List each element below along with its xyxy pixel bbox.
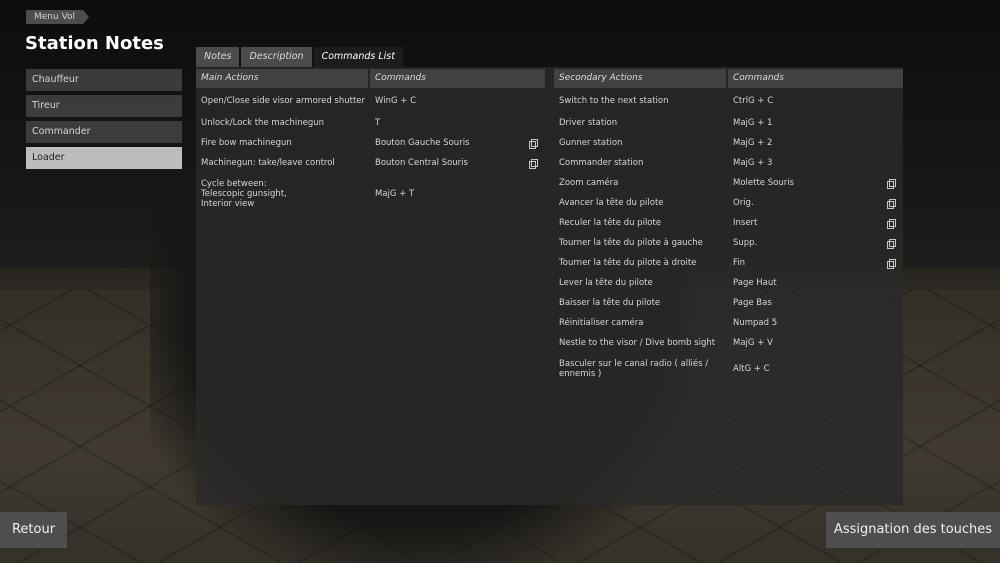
table-row[interactable]: Switch to the next station CtrlG + C xyxy=(554,88,903,113)
table-row[interactable]: Basculer sur le canal radio ( alliés / e… xyxy=(554,353,903,384)
table-row[interactable]: Reculer la tête du pilote Insert xyxy=(554,213,903,233)
command-binding[interactable]: CtrlG + C xyxy=(728,96,903,106)
action-label: Unlock/Lock the machinegun xyxy=(201,118,325,128)
command-binding[interactable]: Bouton Central Souris xyxy=(370,158,545,168)
table-row[interactable]: Réinitialiser caméra Numpad 5 xyxy=(554,313,903,333)
station-item-commander[interactable]: Commander xyxy=(26,121,182,143)
table-header: Main Actions Commands xyxy=(196,69,545,88)
command-binding[interactable]: Page Haut xyxy=(728,278,903,288)
command-binding[interactable]: Page Bas xyxy=(728,298,903,308)
table-row[interactable]: Commander station MajG + 3 xyxy=(554,153,903,173)
station-item-loader[interactable]: Loader xyxy=(26,147,182,169)
main-actions-table: Main Actions Commands Open/Close side vi… xyxy=(196,69,545,215)
action-label: Open/Close side visor armored shutter xyxy=(201,95,366,106)
duplicate-binding-icon[interactable] xyxy=(887,179,896,189)
action-label: Driver station xyxy=(559,118,618,128)
action-label: Machinegun: take/leave control xyxy=(201,158,335,168)
command-binding[interactable]: MajG + T xyxy=(370,189,545,199)
station-item-tireur[interactable]: Tireur xyxy=(26,95,182,117)
main-rows: Open/Close side visor armored shutter Win… xyxy=(196,88,545,215)
table-row[interactable]: Tourner la tête du pilote à gauche Supp. xyxy=(554,233,903,253)
table-row[interactable]: Open/Close side visor armored shutter Win… xyxy=(196,88,545,113)
command-binding[interactable]: MajG + V xyxy=(728,338,903,348)
table-row[interactable]: Lever la tête du pilote Page Haut xyxy=(554,273,903,293)
command-binding[interactable]: AltG + C xyxy=(728,364,903,374)
action-label: Commander station xyxy=(559,158,644,168)
action-label: Avancer la tête du pilote xyxy=(559,198,664,208)
action-label: Cycle between: Telescopic gunsight, Inte… xyxy=(201,179,287,209)
secondary-actions-table: Secondary Actions Commands Switch to the… xyxy=(554,69,903,384)
command-binding[interactable]: Insert xyxy=(728,218,903,228)
command-binding[interactable]: Numpad 5 xyxy=(728,318,903,328)
action-label: Gunner station xyxy=(559,138,623,148)
command-binding[interactable]: Molette Souris xyxy=(728,178,903,188)
action-label: Reculer la tête du pilote xyxy=(559,218,662,228)
column-header-action: Main Actions xyxy=(196,69,368,88)
duplicate-binding-icon[interactable] xyxy=(887,239,896,249)
table-row[interactable]: Machinegun: take/leave control Bouton Cen… xyxy=(196,153,545,173)
tab-notes[interactable]: Notes xyxy=(196,47,240,67)
table-row[interactable]: Fire bow machinegun Bouton Gauche Souris xyxy=(196,133,545,153)
command-binding[interactable]: Fin xyxy=(728,258,903,268)
table-row[interactable]: Unlock/Lock the machinegun T xyxy=(196,113,545,133)
table-row[interactable]: Zoom caméra Molette Souris xyxy=(554,173,903,193)
command-binding[interactable]: T xyxy=(370,118,545,128)
table-row[interactable]: Gunner station MajG + 2 xyxy=(554,133,903,153)
station-list: Chauffeur Tireur Commander Loader xyxy=(26,69,182,173)
action-label: Tourner la tête du pilote à droite xyxy=(559,258,697,268)
command-binding[interactable]: Supp. xyxy=(728,238,903,248)
action-label: Nestle to the visor / Dive bomb sight xyxy=(559,338,716,348)
back-button[interactable]: Retour xyxy=(0,512,67,548)
column-header-action: Secondary Actions xyxy=(554,69,726,88)
table-row[interactable]: Avancer la tête du pilote Orig. xyxy=(554,193,903,213)
column-header-command: Commands xyxy=(728,69,903,88)
action-label: Zoom caméra xyxy=(559,178,619,188)
table-row[interactable]: Tourner la tête du pilote à droite Fin xyxy=(554,253,903,273)
action-label: Tourner la tête du pilote à gauche xyxy=(559,238,703,248)
command-binding[interactable]: MajG + 1 xyxy=(728,118,903,128)
action-label: Fire bow machinegun xyxy=(201,138,292,148)
table-row[interactable]: Cycle between: Telescopic gunsight, Inte… xyxy=(196,173,545,215)
breadcrumb[interactable]: Menu Vol xyxy=(26,10,89,24)
action-label: Réinitialiser caméra xyxy=(559,318,644,328)
table-row[interactable]: Driver station MajG + 1 xyxy=(554,113,903,133)
action-label: Basculer sur le canal radio ( alliés / e… xyxy=(559,358,709,379)
action-label: Lever la tête du pilote xyxy=(559,278,653,288)
table-row[interactable]: Baisser la tête du pilote Page Bas xyxy=(554,293,903,313)
station-item-chauffeur[interactable]: Chauffeur xyxy=(26,69,182,91)
tab-bar: Notes Description Commands List xyxy=(196,47,405,67)
key-assignment-button[interactable]: Assignation des touches xyxy=(826,512,1000,548)
duplicate-binding-icon[interactable] xyxy=(887,219,896,229)
table-header: Secondary Actions Commands xyxy=(554,69,903,88)
duplicate-binding-icon[interactable] xyxy=(887,259,896,269)
command-binding[interactable]: MajG + 3 xyxy=(728,158,903,168)
tab-commands-list[interactable]: Commands List xyxy=(313,47,403,67)
table-row[interactable]: Nestle to the visor / Dive bomb sight Maj… xyxy=(554,333,903,353)
command-binding[interactable]: WinG + C xyxy=(370,96,545,106)
duplicate-binding-icon[interactable] xyxy=(529,159,538,169)
secondary-rows: Switch to the next station CtrlG + C Drive… xyxy=(554,88,903,384)
column-header-command: Commands xyxy=(370,69,545,88)
command-binding[interactable]: Bouton Gauche Souris xyxy=(370,138,545,148)
page-title: Station Notes xyxy=(25,33,164,54)
tab-description[interactable]: Description xyxy=(241,47,312,67)
command-binding[interactable]: MajG + 2 xyxy=(728,138,903,148)
action-label: Switch to the next station xyxy=(559,95,669,106)
duplicate-binding-icon[interactable] xyxy=(887,199,896,209)
duplicate-binding-icon[interactable] xyxy=(529,139,538,149)
command-binding[interactable]: Orig. xyxy=(728,198,903,208)
action-label: Baisser la tête du pilote xyxy=(559,298,661,308)
